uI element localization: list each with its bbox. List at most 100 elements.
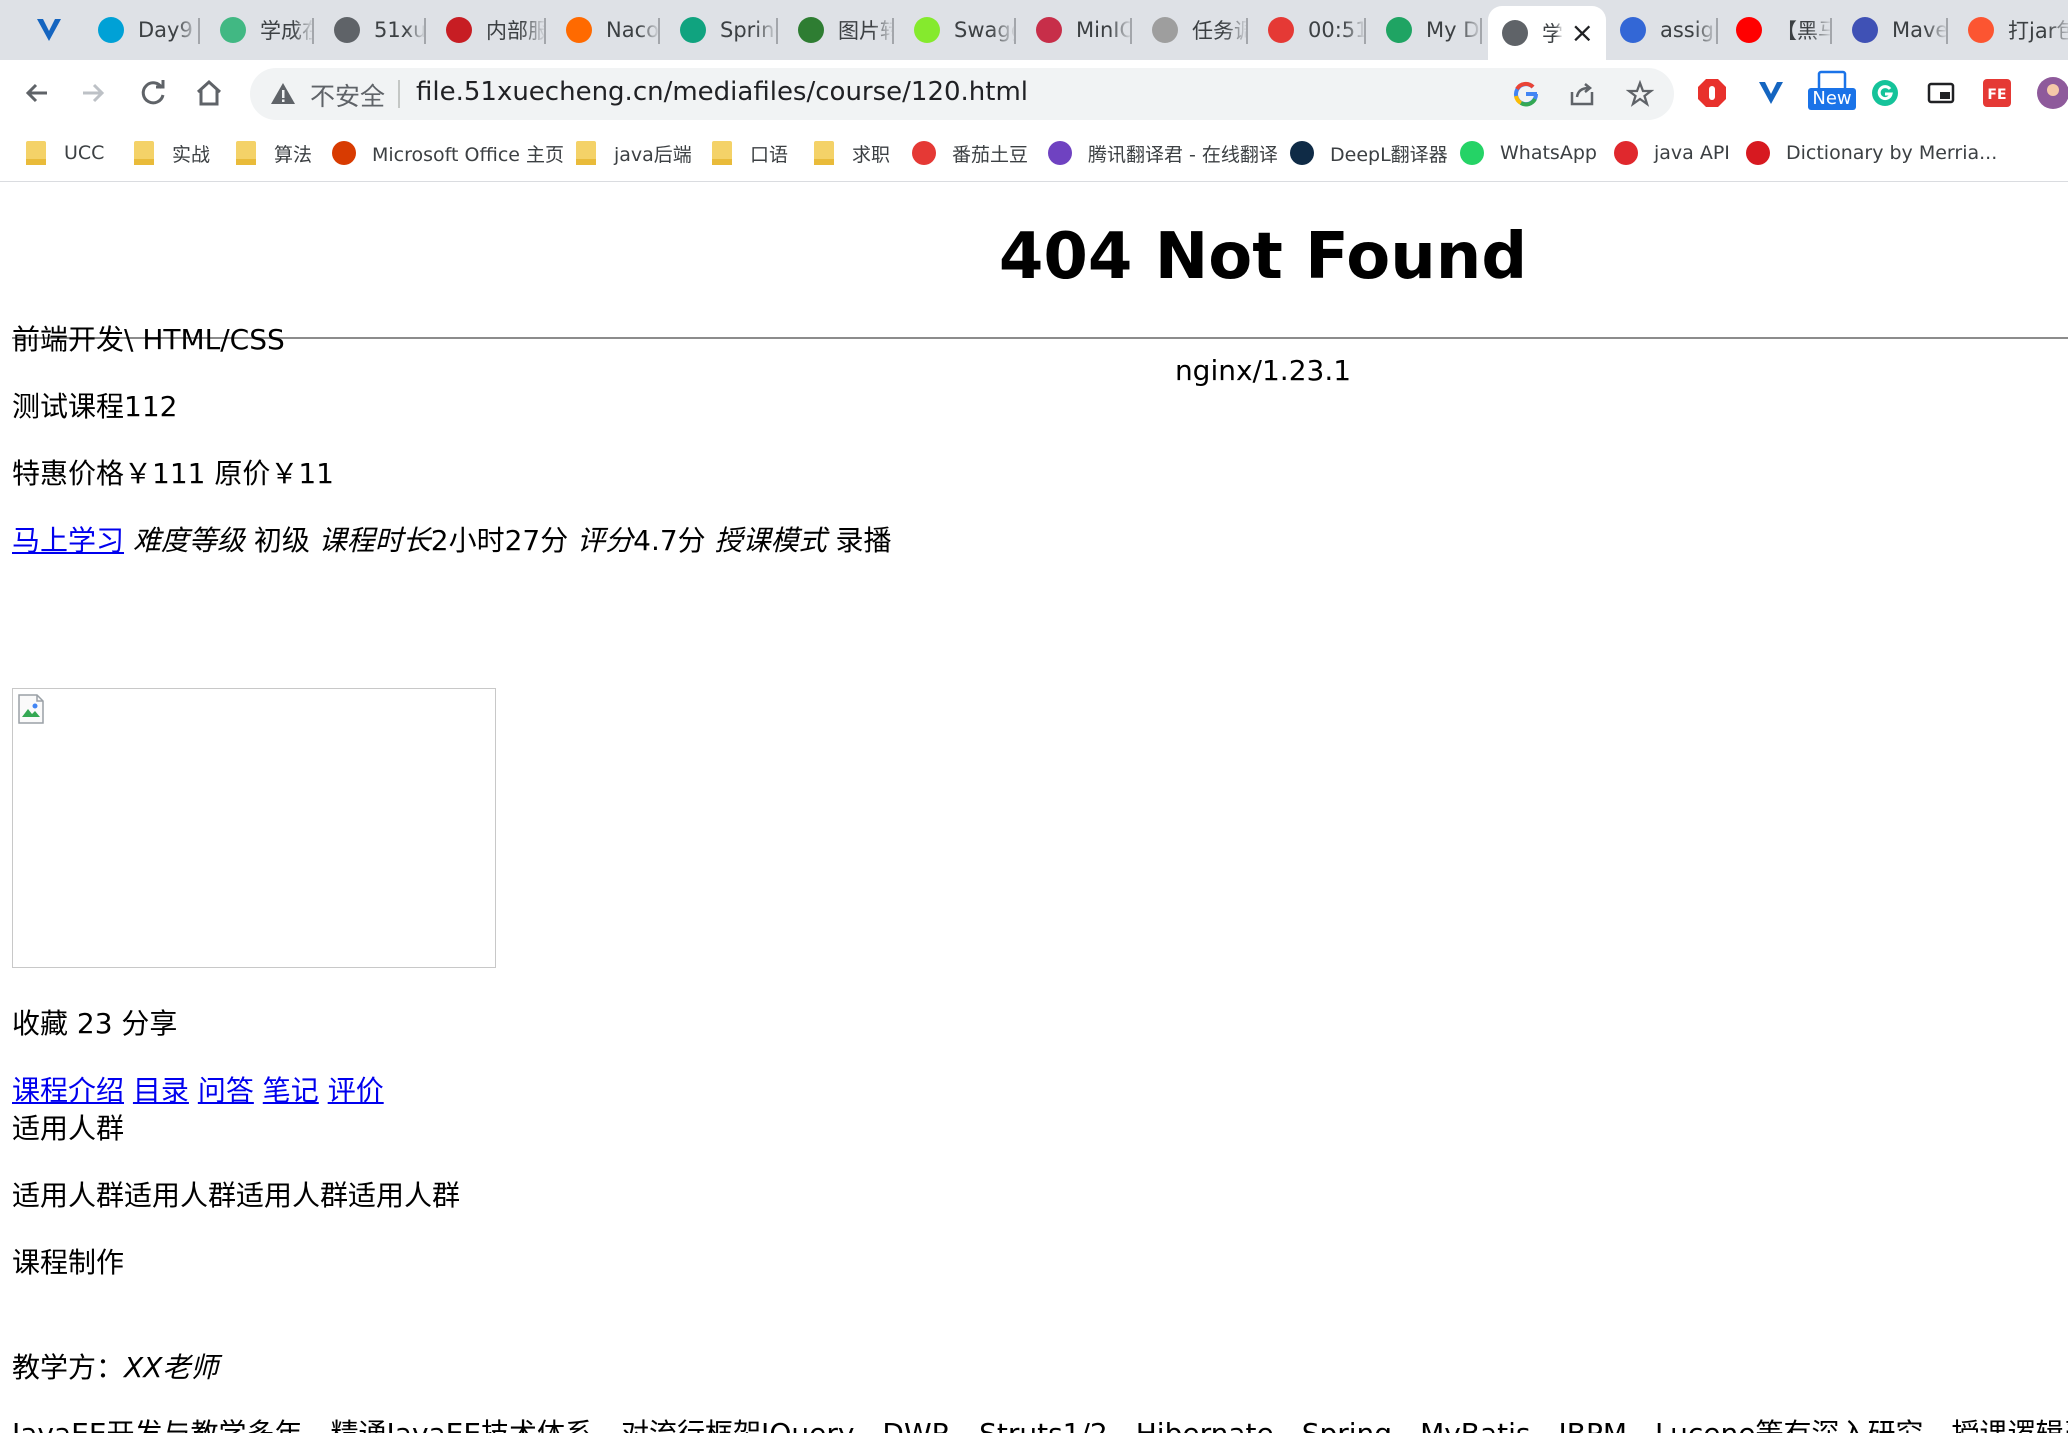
folder-icon <box>708 139 736 167</box>
tab-title: 图片转换 <box>838 19 894 43</box>
forward-button[interactable] <box>72 72 114 114</box>
duration-label: 课程时长 <box>318 524 431 557</box>
tomato-icon <box>910 139 938 167</box>
warning-icon[interactable] <box>270 81 296 107</box>
extension-new[interactable]: New <box>1808 70 1856 112</box>
google-lens-button[interactable] <box>1510 78 1542 110</box>
teacher-name: XX老师 <box>124 1351 219 1384</box>
tab-12[interactable]: My Drive <box>1372 8 1482 52</box>
whatsapp-icon <box>1458 139 1486 167</box>
tab-separator <box>1716 18 1718 44</box>
reload-button[interactable] <box>132 72 174 114</box>
image-tool-icon <box>798 17 824 43</box>
address-bar[interactable]: 不安全 file.51xuecheng.cn/mediafiles/course… <box>250 68 1674 120</box>
bookmark-star-button[interactable] <box>1624 78 1656 110</box>
bookmark-label: Microsoft Office 主页 <box>372 143 565 166</box>
tab-title: Maven <box>1892 18 1948 42</box>
tab-qa[interactable]: 问答 <box>198 1074 254 1107</box>
learn-now-link[interactable]: 马上学习 <box>12 524 124 557</box>
course-meta: 马上学习 难度等级 初级 课程时长2小时27分 评分4.7分 授课模式 录播 <box>12 519 892 559</box>
tab-16[interactable]: Maven <box>1838 8 1948 52</box>
tab-title: Nacos <box>606 18 660 42</box>
url-text[interactable]: file.51xuecheng.cn/mediafiles/course/120… <box>416 77 1028 107</box>
tab-7[interactable]: 图片转换 <box>784 8 894 52</box>
picture-in-picture-icon <box>1927 82 1955 104</box>
tab-9[interactable]: MinIO <box>1022 8 1132 52</box>
tab-title: Swagger <box>954 18 1016 42</box>
extension-fe[interactable]: FE <box>1978 74 2016 112</box>
audience-heading: 适用人群 <box>12 1112 125 1145</box>
bookmark-item[interactable]: UCC <box>22 136 104 170</box>
tab-8[interactable]: Swagger <box>900 8 1016 52</box>
profile-avatar[interactable] <box>2034 74 2068 112</box>
tab-title: 学成在线 <box>260 19 314 43</box>
tab-catalog[interactable]: 目录 <box>133 1074 189 1107</box>
extension-grammarly[interactable] <box>1866 74 1904 112</box>
bookmark-item[interactable]: java API <box>1612 136 1730 170</box>
tab-2[interactable]: 学成在线 <box>206 8 314 52</box>
avatar-icon <box>2037 77 2068 109</box>
course-price: 特惠价格￥111 原价￥11 <box>12 457 334 490</box>
tab-15[interactable]: 【黑马程序员】 <box>1722 8 1832 52</box>
picture-in-picture-button[interactable] <box>1922 74 1960 112</box>
tab-course-intro[interactable]: 课程介绍 <box>12 1074 124 1107</box>
bookmark-item[interactable]: 实战 <box>130 136 210 170</box>
back-button[interactable] <box>16 72 58 114</box>
bookmark-item[interactable]: 算法 <box>232 136 312 170</box>
tab-11[interactable]: 00:51 <box>1254 8 1366 52</box>
svg-text:FE: FE <box>1987 87 2006 103</box>
share-button[interactable] <box>1566 78 1598 110</box>
bookmark-item[interactable]: WhatsApp <box>1458 136 1597 170</box>
home-button[interactable] <box>188 72 230 114</box>
folder-icon <box>810 139 838 167</box>
tab-title: assignment <box>1660 18 1718 42</box>
bookmark-item[interactable]: 口语 <box>708 136 788 170</box>
broken-image-icon <box>18 694 44 724</box>
tab-separator <box>1130 18 1132 44</box>
tab-3[interactable]: 51xuecheng <box>320 8 426 52</box>
tab-title: 打jar包 <box>2008 19 2068 43</box>
bookmark-item[interactable]: java后端 <box>572 136 692 170</box>
bookmark-item[interactable]: 腾讯翻译君 - 在线翻译 <box>1046 136 1278 170</box>
browser-window: Day9 学成在线 51xuecheng 内部服务 Nacos Spring 图片转换 Swa… <box>0 0 2068 1433</box>
tab-1[interactable]: Day9 <box>84 8 200 52</box>
tab-17[interactable]: 打jar包 <box>1954 8 2068 52</box>
globe-icon <box>1502 20 1528 46</box>
course-cover-image <box>12 688 496 968</box>
bookmark-item[interactable]: 番茄土豆 <box>910 136 1028 170</box>
tab-4[interactable]: 内部服务 <box>432 8 546 52</box>
tab-reviews[interactable]: 评价 <box>328 1074 384 1107</box>
extension-v[interactable] <box>1752 74 1790 112</box>
extension-adblock[interactable] <box>1693 74 1731 112</box>
tab-13[interactable]: 学成在线 × <box>1488 6 1606 60</box>
bookmark-item[interactable]: 求职 <box>810 136 890 170</box>
tab-notes[interactable]: 笔记 <box>263 1074 319 1107</box>
folder-icon <box>572 139 600 167</box>
teacher-line: 教学方：XX老师 <box>12 1346 218 1386</box>
office-icon <box>330 139 358 167</box>
close-tab-icon[interactable]: × <box>1571 19 1594 47</box>
maven-icon <box>1852 17 1878 43</box>
course-category: 前端开发\ HTML/CSS <box>12 323 285 356</box>
browser-toolbar: 不安全 file.51xuecheng.cn/mediafiles/course… <box>0 60 2068 126</box>
bookmark-item[interactable]: Dictionary by Merria... <box>1744 136 1997 170</box>
bookmark-label: java API <box>1654 142 1730 164</box>
bookmark-label: UCC <box>64 142 105 164</box>
security-status[interactable]: 不安全 <box>310 77 385 113</box>
tab-5[interactable]: Nacos <box>552 8 660 52</box>
teacher-bio: JavaEE开发与教学多年，精通JavaEE技术体系，对流行框架JQuery、D… <box>12 1412 2068 1433</box>
tab-search-button[interactable] <box>24 12 74 48</box>
page-content: 404 Not Found nginx/1.23.1 前端开发\ HTML/CS… <box>0 182 2068 1433</box>
tab-separator <box>1830 18 1832 44</box>
v-logo-icon <box>37 19 61 41</box>
tab-title: 任务调度 <box>1192 19 1248 43</box>
merriam-webster-icon <box>1744 139 1772 167</box>
course-nav: 课程介绍 目录 问答 笔记 评价 <box>12 1069 384 1109</box>
globe-icon <box>334 17 360 43</box>
server-version: nginx/1.23.1 <box>1174 354 1352 387</box>
bookmark-item[interactable]: DeepL翻译器 <box>1288 136 1448 170</box>
tab-10[interactable]: 任务调度 <box>1138 8 1248 52</box>
bookmark-item[interactable]: Microsoft Office 主页 <box>330 136 564 170</box>
tab-14[interactable]: assignment <box>1606 8 1718 52</box>
tab-6[interactable]: Spring <box>666 8 778 52</box>
